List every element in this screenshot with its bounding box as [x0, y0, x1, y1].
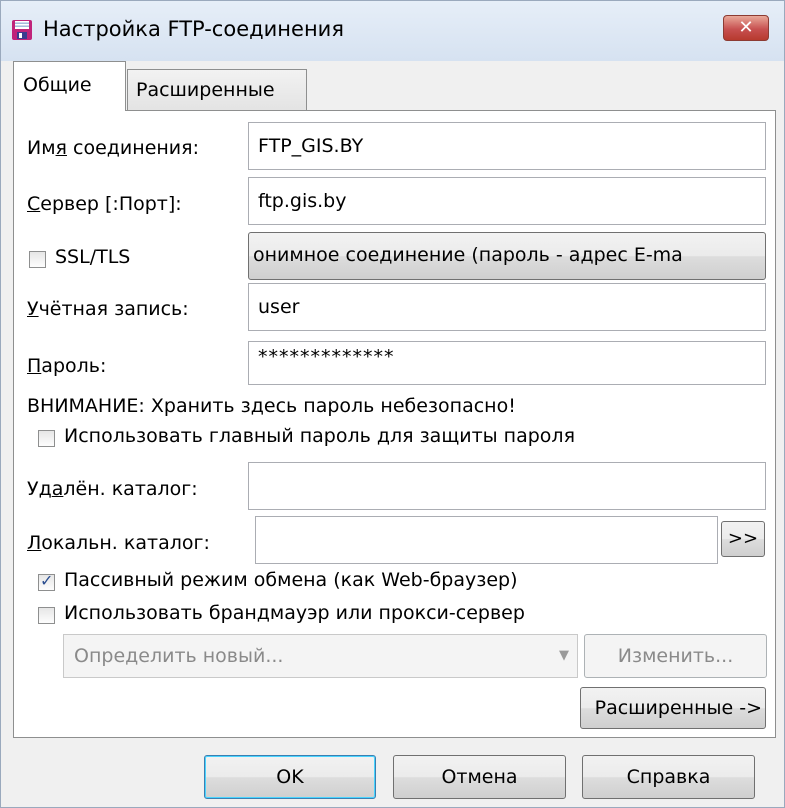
remote-dir-input[interactable]	[248, 462, 766, 510]
chevron-down-icon: ▼	[559, 648, 569, 663]
close-button[interactable]: ✕	[723, 15, 769, 41]
anonymous-connection-button[interactable]: онимное соединение (пароль - адрес E-ma	[248, 232, 766, 280]
proxy-label: Использовать брандмауэр или прокси-серве…	[64, 602, 525, 624]
account-label: Учётная запись:	[27, 298, 189, 320]
connection-name-label: Имя соединения:	[27, 137, 199, 159]
account-input[interactable]: user	[248, 283, 766, 331]
advanced-expand-button[interactable]: Расширенные ->	[580, 687, 766, 729]
proxy-select[interactable]: Определить новый... ▼	[63, 634, 578, 678]
proxy-select-value: Определить новый...	[74, 645, 284, 667]
connection-name-input[interactable]: FTP_GIS.BY	[248, 122, 766, 170]
ok-button[interactable]: OK	[204, 755, 376, 799]
title-bar: Настройка FTP-соединения ✕	[1, 1, 784, 61]
tab-advanced-label: Расширенные	[136, 79, 275, 101]
master-password-checkbox[interactable]	[38, 430, 55, 447]
tab-general-label: Общие	[23, 74, 92, 96]
browse-local-dir-button[interactable]: >>	[721, 521, 765, 557]
passive-mode-checkbox[interactable]	[38, 571, 55, 591]
server-input[interactable]: ftp.gis.by	[248, 177, 766, 225]
tab-advanced[interactable]: Расширенные	[127, 69, 307, 111]
proxy-checkbox[interactable]	[38, 607, 55, 624]
password-label: Пароль:	[27, 355, 107, 377]
local-dir-input[interactable]	[255, 516, 718, 564]
remote-dir-label: Удалён. каталог:	[27, 478, 198, 500]
ssl-checkbox[interactable]	[29, 251, 46, 268]
tab-general[interactable]: Общие	[13, 61, 126, 111]
password-input[interactable]: *************	[248, 341, 766, 385]
local-dir-label: Локальн. каталог:	[27, 532, 210, 554]
passive-mode-label: Пассивный режим обмена (как Web-браузер)	[64, 569, 518, 591]
ssl-label: SSL/TLS	[55, 246, 131, 268]
password-warning-text: ВНИМАНИЕ: Хранить здесь пароль небезопас…	[27, 395, 516, 417]
edit-proxy-button[interactable]: Изменить...	[584, 634, 767, 678]
master-password-label: Использовать главный пароль для защиты п…	[64, 425, 576, 447]
server-label: Сервер [:Порт]:	[27, 193, 182, 215]
save-disk-icon	[12, 20, 32, 40]
cancel-button[interactable]: Отмена	[393, 755, 566, 799]
window-title: Настройка FTP-соединения	[43, 17, 344, 41]
ftp-settings-dialog: Настройка FTP-соединения ✕ Общие Расшире…	[0, 0, 785, 808]
help-button[interactable]: Справка	[582, 755, 755, 799]
